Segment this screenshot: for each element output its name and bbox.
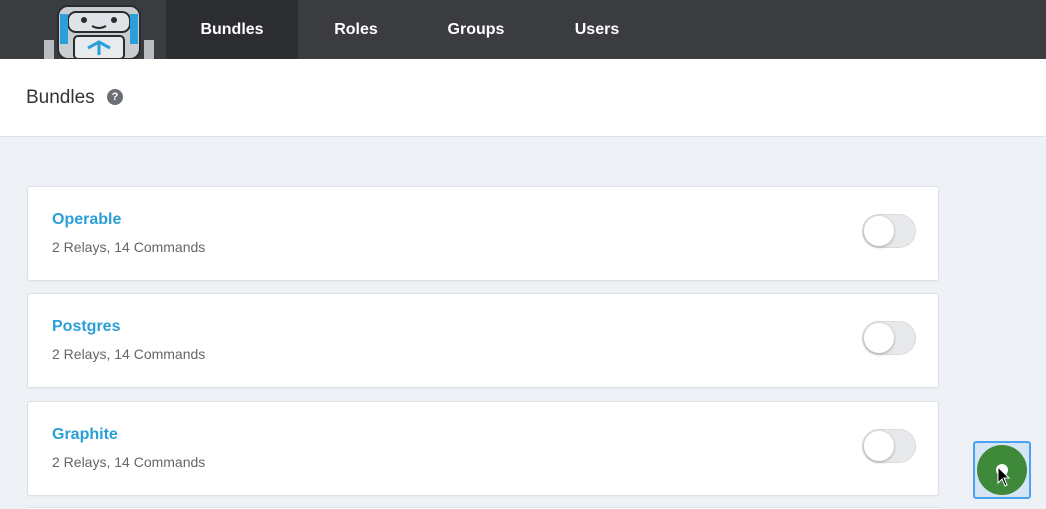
mouse-pointer-icon	[997, 466, 1011, 487]
toggle-knob	[864, 323, 894, 353]
bundle-name-link[interactable]: Postgres	[52, 318, 120, 336]
toggle-knob	[864, 431, 894, 461]
bundle-name-link[interactable]: Graphite	[52, 426, 118, 444]
nav-tab-users[interactable]: Users	[538, 0, 656, 59]
nav-tab-roles[interactable]: Roles	[298, 0, 414, 59]
page-header: Bundles ?	[0, 59, 1046, 137]
bundle-meta: 2 Relays, 14 Commands	[52, 239, 206, 255]
bundle-meta: 2 Relays, 14 Commands	[52, 346, 206, 362]
bundle-card-postgres: Postgres 2 Relays, 14 Commands	[27, 293, 939, 388]
bundle-card-operable: Operable 2 Relays, 14 Commands	[27, 186, 939, 281]
toggle-knob	[864, 216, 894, 246]
main-nav: Bundles Roles Groups Users	[166, 0, 656, 59]
help-icon[interactable]: ?	[107, 89, 123, 105]
robot-logo-icon[interactable]	[44, 0, 154, 59]
bundle-enable-toggle[interactable]	[862, 429, 916, 463]
bundle-name-link[interactable]: Operable	[52, 211, 121, 229]
nav-tab-bundles[interactable]: Bundles	[166, 0, 298, 59]
bundle-enable-toggle[interactable]	[862, 321, 916, 355]
bundle-card-graphite: Graphite 2 Relays, 14 Commands	[27, 401, 939, 496]
bundle-enable-toggle[interactable]	[862, 214, 916, 248]
page-title: Bundles	[26, 87, 95, 108]
nav-tab-groups[interactable]: Groups	[414, 0, 538, 59]
bundle-meta: 2 Relays, 14 Commands	[52, 454, 206, 470]
top-nav-bar: Bundles Roles Groups Users	[0, 0, 1046, 59]
